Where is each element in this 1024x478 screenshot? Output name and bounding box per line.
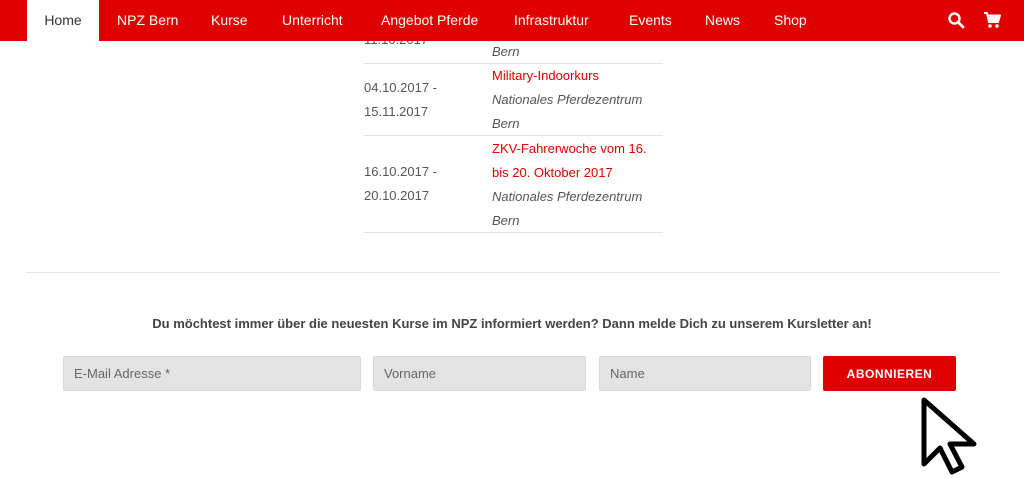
nav-angebot-pferde[interactable]: Angebot Pferde bbox=[381, 0, 478, 41]
firstname-field[interactable] bbox=[373, 356, 586, 391]
event-title-link[interactable]: ZKV-Fahrerwoche vom 16. bis 20. Oktober … bbox=[492, 137, 662, 185]
nav-unterricht[interactable]: Unterricht bbox=[282, 0, 343, 41]
nav-events[interactable]: Events bbox=[629, 0, 672, 41]
event-date: 04.10.2017 - 15.11.2017 bbox=[364, 80, 438, 119]
table-row: 16.10.2017 - 20.10.2017 ZKV-Fahrerwoche … bbox=[364, 136, 663, 233]
cart-icon[interactable] bbox=[983, 11, 1001, 29]
event-location: Bern bbox=[492, 44, 520, 59]
event-location: Nationales Pferdezentrum Bern bbox=[492, 189, 643, 228]
nav-infrastruktur[interactable]: Infrastruktur bbox=[514, 0, 589, 41]
lastname-field[interactable] bbox=[599, 356, 811, 391]
event-location: Nationales Pferdezentrum Bern bbox=[492, 92, 643, 131]
nav-kurse[interactable]: Kurse bbox=[211, 0, 248, 41]
email-field[interactable] bbox=[63, 356, 361, 391]
nav-home[interactable]: Home bbox=[27, 0, 99, 41]
event-date: 16.10.2017 - 20.10.2017 bbox=[364, 164, 438, 203]
search-icon[interactable] bbox=[947, 11, 965, 29]
mouse-pointer-icon bbox=[921, 397, 977, 475]
subscribe-button[interactable]: ABONNIEREN bbox=[823, 356, 956, 391]
main-navbar: Home NPZ Bern Kurse Unterricht Angebot P… bbox=[0, 0, 1024, 41]
nav-npz-bern[interactable]: NPZ Bern bbox=[117, 0, 178, 41]
section-divider bbox=[26, 272, 1000, 273]
event-title-link[interactable]: Military-Indoorkurs bbox=[492, 64, 662, 88]
nav-shop[interactable]: Shop bbox=[774, 0, 807, 41]
nav-news[interactable]: News bbox=[705, 0, 740, 41]
newsletter-prompt: Du möchtest immer über die neuesten Kurs… bbox=[152, 316, 872, 331]
table-row: 04.10.2017 - 15.11.2017 Military-Indoork… bbox=[364, 63, 663, 136]
